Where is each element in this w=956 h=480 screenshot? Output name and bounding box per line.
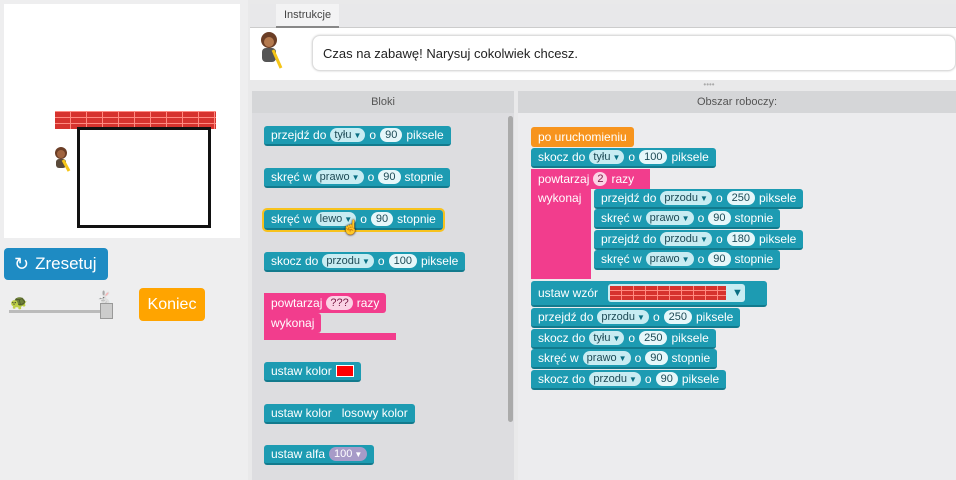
character-avatar-icon xyxy=(261,32,283,69)
repeat-block-foot xyxy=(264,333,396,340)
block-jump[interactable]: skocz do przodu ▼ o 100 piksele xyxy=(264,252,466,272)
direction-dropdown[interactable]: prawo ▼ xyxy=(315,170,364,184)
block-set-alpha[interactable]: ustaw alfa 100 ▼ xyxy=(264,445,375,465)
instructions-text: Czas na zabawę! Narysuj cokolwiek chcesz… xyxy=(312,35,956,71)
block-turn[interactable]: skręć w prawo ▼ o 90 stopnie xyxy=(594,250,781,270)
block-move[interactable]: przejdź do przodu ▼ o 250 piksele xyxy=(594,189,804,209)
resize-grip[interactable]: •••• xyxy=(700,81,718,89)
turtle-icon: 🐢 xyxy=(10,294,28,310)
block-set-pattern[interactable]: ustaw wzór ▼ xyxy=(531,281,767,307)
toolbox-scrollbar[interactable] xyxy=(508,116,513,422)
tab-instructions[interactable]: Instrukcje xyxy=(276,4,340,28)
reset-icon: ↻ xyxy=(14,253,30,274)
pattern-dropdown[interactable]: ▼ xyxy=(608,284,745,302)
repeat-do-label: wykonaj xyxy=(531,188,589,208)
block-set-random-color[interactable]: ustaw kolor losowy kolor xyxy=(264,404,415,424)
block-jump[interactable]: skocz do tyłu ▼ o 250 piksele xyxy=(531,329,716,349)
block-move[interactable]: przejdź do przodu ▼ o 250 piksele xyxy=(531,308,741,328)
direction-dropdown[interactable]: przodu ▼ xyxy=(322,254,374,268)
drawn-line-right xyxy=(208,127,211,228)
block-turn[interactable]: skręć w prawo ▼ o 90 stopnie xyxy=(594,209,781,229)
block-turn-right[interactable]: skręć w prawo ▼ o 90 stopnie xyxy=(264,168,451,188)
speed-slider-thumb[interactable] xyxy=(100,303,113,319)
artist-icon xyxy=(55,147,71,172)
workspace-header: Obszar roboczy: xyxy=(518,91,956,113)
block-move[interactable]: przejdź do tyłu ▼ o 90 piksele xyxy=(264,126,451,146)
repeat-do-label: wykonaj xyxy=(264,313,322,333)
speed-slider[interactable] xyxy=(9,310,111,313)
block-repeat[interactable]: powtarzaj ??? razy xyxy=(264,293,387,313)
hand-cursor-icon: ☝ xyxy=(342,219,360,235)
block-set-color[interactable]: ustaw kolor xyxy=(264,362,361,382)
instructions-tabbar xyxy=(250,4,956,28)
color-swatch[interactable] xyxy=(335,365,354,377)
drawn-line-bottom xyxy=(77,225,211,228)
finish-button[interactable]: Koniec xyxy=(139,288,205,321)
block-move[interactable]: przejdź do przodu ▼ o 180 piksele xyxy=(594,230,804,250)
blocks-header: Bloki xyxy=(252,91,514,113)
direction-dropdown[interactable]: tyłu ▼ xyxy=(330,128,366,142)
reset-button[interactable]: ↻ Zresetuj xyxy=(4,248,108,280)
block-jump[interactable]: skocz do przodu ▼ o 90 piksele xyxy=(531,370,727,390)
drawn-line-top xyxy=(77,127,209,130)
block-when-run[interactable]: po uruchomieniu xyxy=(531,127,634,147)
drawn-line-left xyxy=(77,127,80,228)
reset-label: Zresetuj xyxy=(35,254,97,273)
block-turn[interactable]: skręć w prawo ▼ o 90 stopnie xyxy=(531,349,718,369)
block-jump[interactable]: skocz do tyłu ▼ o 100 piksele xyxy=(531,148,716,168)
block-repeat[interactable]: powtarzaj 2 razy xyxy=(531,169,642,189)
